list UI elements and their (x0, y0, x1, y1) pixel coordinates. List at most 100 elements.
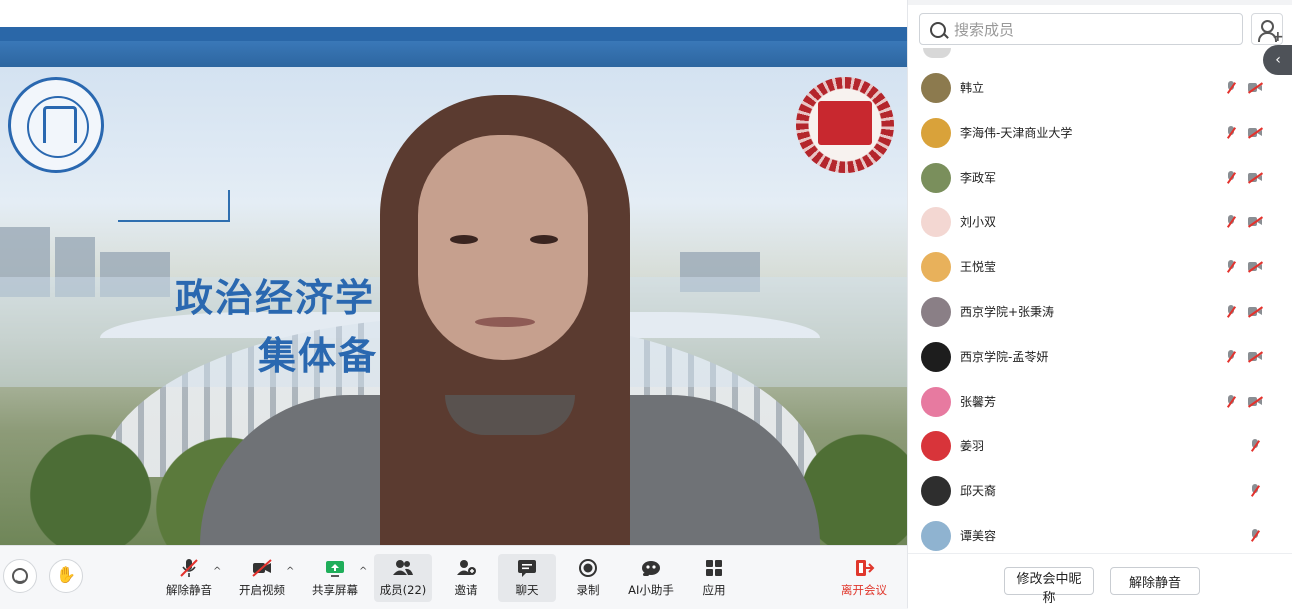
record-icon (579, 559, 597, 577)
camera-off-icon[interactable] (1247, 261, 1264, 273)
presenter-eye (450, 235, 478, 244)
mic-muted-icon[interactable] (1250, 484, 1261, 498)
member-row[interactable]: 李政军 (908, 156, 1292, 201)
member-row[interactable]: 姜羽 (908, 424, 1292, 469)
mic-muted-icon[interactable] (1226, 215, 1237, 229)
raise-hand-icon: ✋ (56, 565, 76, 584)
avatar (921, 162, 951, 193)
members-icon (393, 560, 413, 575)
camera-off-icon[interactable] (1247, 127, 1264, 139)
invite-button[interactable]: 邀请 (437, 554, 495, 602)
members-label: 成员(22) (379, 583, 427, 597)
member-name: 西京学院-孟苓妍 (960, 349, 1049, 364)
member-row[interactable]: 谭美容 (908, 514, 1292, 552)
panel-top-strip (908, 0, 1292, 5)
university-seal-logo (8, 77, 104, 173)
avatar (921, 476, 951, 507)
share-screen-icon (326, 561, 344, 577)
member-name: 张馨芳 (960, 394, 997, 409)
member-list: 韩立李海伟-天津商业大学李政军刘小双王悦莹西京学院+张秉涛 西京学院-孟苓妍 张馨芳… (908, 66, 1292, 552)
share-options-caret[interactable]: ^ (359, 566, 367, 577)
member-name: 韩立 (960, 81, 985, 95)
mic-muted-icon[interactable] (1226, 349, 1237, 364)
member-row[interactable]: 王悦莹 (908, 245, 1292, 290)
member-row[interactable]: 刘小双 (908, 200, 1292, 245)
member-row[interactable]: 张馨芳 (908, 380, 1292, 425)
members-button[interactable]: 成员(22) (374, 554, 432, 602)
ai-assistant-label: AI小助手 (628, 583, 674, 597)
apps-label: 应用 (702, 583, 726, 597)
camera-off-icon[interactable] (1247, 395, 1264, 408)
chat-button[interactable]: 聊天 (498, 554, 556, 602)
rename-nickname-button[interactable]: 修改会中昵称 (1004, 567, 1094, 606)
unmute-button[interactable]: 解除静音 (160, 554, 218, 602)
member-row[interactable]: 邱天裔 (908, 469, 1292, 514)
leave-icon (856, 560, 875, 576)
invite-label: 邀请 (454, 583, 478, 597)
stage-top-strip (0, 0, 907, 27)
camera-off-icon[interactable] (1247, 171, 1264, 184)
emblem-book (818, 101, 872, 145)
member-row[interactable]: 西京学院-孟苓妍 (908, 335, 1292, 380)
add-member-button[interactable]: + (1251, 13, 1284, 45)
member-search-box[interactable] (919, 13, 1243, 45)
member-search-input[interactable] (952, 17, 1236, 43)
slide-header-band (0, 41, 907, 67)
audio-options-caret[interactable]: ^ (213, 566, 221, 577)
camera-off-icon[interactable] (1247, 306, 1264, 318)
leave-meeting-button[interactable]: 离开会议 (835, 554, 893, 602)
start-video-label: 开启视频 (239, 583, 285, 597)
member-name: 王悦莹 (960, 260, 997, 275)
record-button[interactable]: 录制 (559, 554, 617, 602)
seal-gate-emblem (43, 106, 77, 143)
ai-assistant-button[interactable]: AI小助手 (622, 554, 680, 602)
mic-muted-icon[interactable] (1226, 81, 1237, 95)
panel-footer: 修改会中昵称 解除静音 (908, 553, 1292, 609)
member-name: 西京学院+张秉涛 (960, 304, 1055, 319)
start-video-button[interactable]: 开启视频 (233, 554, 291, 602)
member-row[interactable]: 韩立 (908, 66, 1292, 111)
mic-muted-icon[interactable] (1226, 170, 1237, 185)
camera-off-icon[interactable] (1247, 351, 1264, 363)
mic-muted-icon[interactable] (1226, 394, 1237, 409)
avatar (923, 48, 951, 58)
emoji-reaction-button[interactable] (3, 559, 37, 593)
mic-muted-icon[interactable] (1226, 260, 1237, 274)
mic-muted-icon (180, 559, 198, 577)
member-name: 谭美容 (960, 528, 997, 543)
share-screen-label: 共享屏幕 (312, 583, 358, 597)
apps-button[interactable]: 应用 (685, 554, 743, 602)
presenter-collar (445, 395, 575, 435)
avatar (921, 431, 951, 462)
camera-off-icon[interactable] (1247, 82, 1264, 94)
chat-label: 聊天 (515, 583, 539, 597)
member-name: 李政军 (960, 170, 997, 185)
avatar (921, 252, 951, 283)
apps-icon (706, 560, 722, 576)
record-label: 录制 (576, 583, 600, 597)
camera-off-icon[interactable] (1247, 216, 1264, 229)
camera-off-icon (252, 559, 272, 577)
avatar (921, 207, 951, 238)
member-row[interactable]: 李海伟-天津商业大学 (908, 111, 1292, 156)
meeting-toolbar: ✋ 解除静音 ^ 开启视频 ^ 共享屏幕 ^ 成员(22) 邀请 聊天 录制 A… (0, 545, 907, 609)
mic-muted-icon[interactable] (1250, 439, 1261, 453)
unmute-all-button[interactable]: 解除静音 (1110, 567, 1200, 595)
raise-hand-button[interactable]: ✋ (49, 559, 83, 593)
avatar (921, 296, 951, 327)
ai-assistant-icon (642, 561, 660, 576)
chat-icon (518, 560, 536, 577)
member-row[interactable]: 西京学院+张秉涛 (908, 290, 1292, 335)
presenter-mouth (475, 317, 535, 327)
slide-header-bar (0, 27, 907, 41)
share-screen-button[interactable]: 共享屏幕 (306, 554, 364, 602)
mic-muted-icon[interactable] (1226, 125, 1237, 140)
member-name: 刘小双 (960, 215, 997, 230)
video-options-caret[interactable]: ^ (286, 566, 294, 577)
avatar (921, 386, 951, 417)
mic-muted-icon[interactable] (1250, 528, 1261, 543)
search-icon (930, 22, 946, 38)
avatar (921, 117, 951, 148)
mic-muted-icon[interactable] (1226, 304, 1237, 319)
presenter-eye (530, 235, 558, 244)
